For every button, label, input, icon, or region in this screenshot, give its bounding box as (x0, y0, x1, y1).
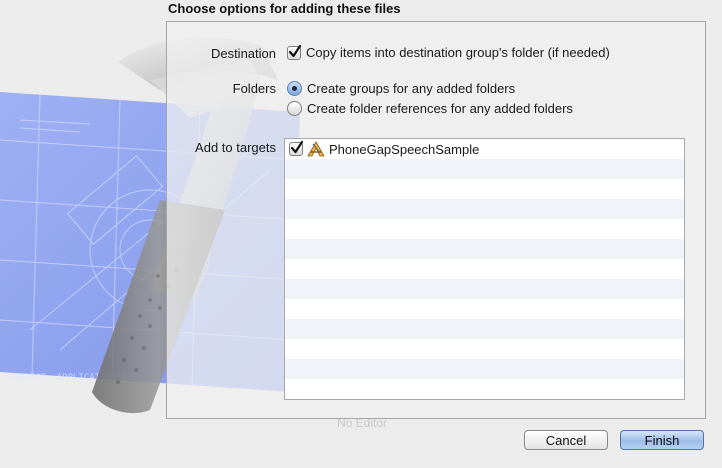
targets-list[interactable]: PhoneGapSpeechSample (284, 138, 685, 400)
checkmark-icon (290, 140, 304, 154)
dialog-title: Choose options for adding these files (168, 1, 401, 16)
create-folder-references-option[interactable]: Create folder references for any added f… (287, 101, 573, 116)
target-checkbox[interactable] (289, 140, 304, 156)
options-panel: Destination Copy items into destination … (166, 21, 706, 419)
create-groups-option[interactable]: Create groups for any added folders (287, 81, 515, 96)
copy-items-option[interactable]: Copy items into destination group's fold… (287, 44, 610, 60)
checkmark-icon (288, 44, 302, 57)
create-folder-references-label: Create folder references for any added f… (307, 101, 573, 116)
create-folder-references-radio[interactable] (287, 101, 302, 116)
target-name: PhoneGapSpeechSample (329, 141, 480, 157)
create-groups-label: Create groups for any added folders (307, 81, 516, 96)
copy-items-label: Copy items into destination group's fold… (306, 45, 610, 60)
folders-label: Folders (232, 81, 276, 96)
create-groups-radio[interactable] (287, 81, 302, 96)
list-item[interactable]: PhoneGapSpeechSample (289, 140, 480, 157)
cancel-button[interactable]: Cancel (524, 430, 608, 450)
app-target-icon (307, 141, 325, 157)
finish-button[interactable]: Finish (620, 430, 704, 450)
copy-items-checkbox[interactable] (287, 44, 302, 60)
add-to-targets-label: Add to targets (195, 140, 276, 155)
destination-label: Destination (210, 46, 276, 61)
